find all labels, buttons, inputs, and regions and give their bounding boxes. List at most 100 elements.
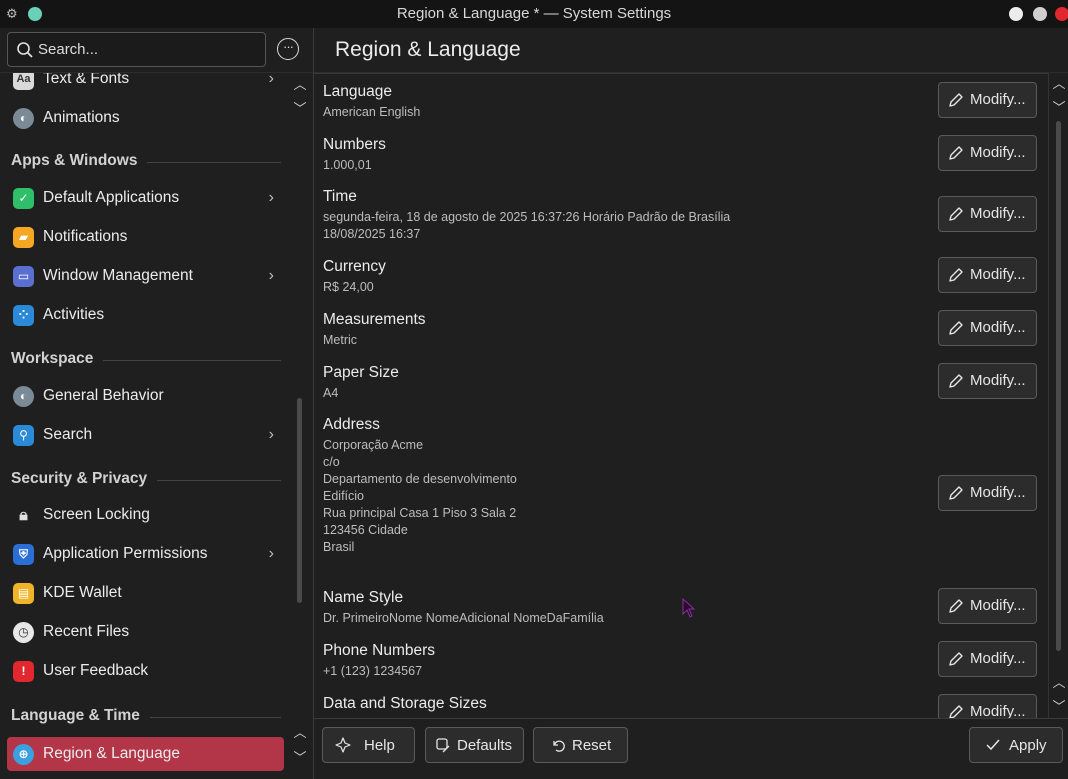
sidebar-item-label: Application Permissions: [43, 545, 208, 562]
help-icon: [335, 737, 351, 753]
content-scrollbar[interactable]: ︿ ﹀ ︿ ﹀: [1048, 73, 1068, 718]
setting-value-line: c/o: [323, 455, 340, 469]
window-title: Region & Language * — System Settings: [396, 5, 672, 22]
button-label: Modify...: [970, 597, 1026, 614]
search-input[interactable]: [38, 33, 258, 66]
defaults-icon: [436, 738, 450, 753]
animations-icon: ◐: [13, 108, 34, 129]
modify-phone-numbers-button[interactable]: Modify...: [938, 641, 1037, 677]
sidebar-item-label: Screen Locking: [43, 506, 150, 523]
scroll-up-icon[interactable]: ︿: [1051, 675, 1067, 691]
scroll-up-icon[interactable]: ︿: [1051, 76, 1067, 92]
setting-value: +1 (123) 1234567: [323, 664, 423, 678]
sidebar-item-label: Window Management: [43, 267, 193, 284]
setting-value-line: 18/08/2025 16:37: [323, 227, 421, 241]
help-button[interactable]: Help: [322, 727, 415, 763]
sidebar-item-default-applications[interactable]: ✓ Default Applications ›: [7, 181, 284, 215]
setting-title: Paper Size: [323, 364, 399, 381]
modify-currency-button[interactable]: Modify...: [938, 257, 1037, 293]
setting-title: Phone Numbers: [323, 642, 436, 659]
sidebar-item-label: Text & Fonts: [43, 73, 130, 87]
modify-name-style-button[interactable]: Modify...: [938, 588, 1037, 624]
sidebar-item-animations[interactable]: ◐ Animations: [7, 101, 284, 135]
permissions-icon: ⛨: [13, 544, 34, 565]
more-options-button[interactable]: ···: [277, 38, 299, 60]
search-settings-icon: ⚲: [13, 425, 34, 446]
region-language-icon: ⊕: [13, 744, 34, 765]
sidebar-item-label: Default Applications: [43, 189, 180, 206]
lock-icon: 🔒︎: [19, 507, 28, 524]
apply-button[interactable]: Apply: [969, 727, 1063, 763]
sidebar-list: Aa Text & Fonts › ◐ Animations Apps & Wi…: [0, 73, 288, 779]
setting-value: American English: [323, 105, 421, 119]
sidebar-item-label: Animations: [43, 109, 120, 126]
scroll-up-icon[interactable]: ︿: [292, 77, 308, 93]
chevron-right-icon: ›: [268, 267, 274, 284]
sidebar-item-window-management[interactable]: ▭ Window Management ›: [7, 259, 284, 293]
reset-button[interactable]: Reset: [533, 727, 628, 763]
modify-measurements-button[interactable]: Modify...: [938, 310, 1037, 346]
sidebar: ··· Aa Text & Fonts › ◐ Animations Apps …: [0, 28, 313, 779]
setting-title: Address: [323, 416, 380, 433]
modify-language-button[interactable]: Modify...: [938, 82, 1037, 118]
modify-paper-size-button[interactable]: Modify...: [938, 363, 1037, 399]
search-field[interactable]: [7, 32, 266, 67]
scroll-down-icon[interactable]: ﹀: [292, 101, 308, 117]
button-label: Modify...: [970, 484, 1026, 501]
sidebar-item-search[interactable]: ⚲ Search ›: [7, 418, 284, 452]
sidebar-item-text-fonts[interactable]: Aa Text & Fonts ›: [7, 73, 284, 96]
button-label: Apply: [1009, 737, 1047, 754]
scroll-up-icon[interactable]: ︿: [292, 725, 308, 741]
sidebar-item-label: Activities: [43, 306, 105, 323]
window-management-icon: ▭: [13, 266, 34, 287]
button-label: Reset: [572, 737, 612, 754]
minimize-button[interactable]: [1009, 7, 1023, 21]
sidebar-item-label: User Feedback: [43, 662, 149, 679]
sidebar-item-general-behavior[interactable]: ◐ General Behavior: [7, 379, 284, 413]
scroll-down-icon[interactable]: ﹀: [1051, 100, 1067, 116]
setting-value: Corporação Acme c/o Departamento de dese…: [323, 437, 517, 556]
scrollbar-thumb[interactable]: [297, 398, 302, 603]
defaults-button[interactable]: Defaults: [425, 727, 524, 763]
pencil-icon: [949, 652, 963, 666]
sidebar-item-notifications[interactable]: ▰ Notifications: [7, 220, 284, 254]
sidebar-item-label: Search: [43, 426, 93, 443]
button-label: Modify...: [970, 650, 1026, 667]
modify-address-button[interactable]: Modify...: [938, 475, 1037, 511]
scroll-down-icon[interactable]: ﹀: [292, 750, 308, 766]
sidebar-item-region-language[interactable]: ⊕ Region & Language: [7, 737, 284, 771]
modify-numbers-button[interactable]: Modify...: [938, 135, 1037, 171]
sidebar-item-user-feedback[interactable]: ! User Feedback: [7, 654, 284, 688]
modify-data-storage-sizes-button[interactable]: Modify...: [938, 694, 1037, 718]
chevron-right-icon: ›: [268, 545, 274, 562]
sidebar-item-application-permissions[interactable]: ⛨ Application Permissions ›: [7, 537, 284, 571]
setting-title: Name Style: [323, 589, 404, 606]
pencil-icon: [949, 268, 963, 282]
section-security-privacy: Security & Privacy: [11, 468, 281, 490]
sidebar-item-label: Notifications: [43, 228, 128, 245]
scroll-down-icon[interactable]: ﹀: [1051, 699, 1067, 715]
search-icon: [17, 42, 33, 58]
section-workspace: Workspace: [11, 348, 281, 370]
text-fonts-icon: Aa: [13, 73, 34, 90]
sidebar-item-kde-wallet[interactable]: ▤ KDE Wallet: [7, 576, 284, 610]
maximize-button[interactable]: [1033, 7, 1047, 21]
sidebar-scrollbar[interactable]: ︿ ﹀ ︿ ﹀: [288, 73, 312, 779]
button-label: Modify...: [970, 91, 1026, 108]
modify-time-button[interactable]: Modify...: [938, 196, 1037, 232]
sidebar-item-label: KDE Wallet: [43, 584, 122, 601]
page-title: Region & Language: [335, 38, 521, 61]
chevron-right-icon: ›: [268, 189, 274, 206]
sidebar-item-recent-files[interactable]: ◷ Recent Files: [7, 615, 284, 649]
footer-bar: Help Defaults Reset Apply: [314, 718, 1068, 779]
setting-title: Measurements: [323, 311, 426, 328]
feedback-icon: !: [13, 661, 34, 682]
button-label: Defaults: [457, 737, 513, 754]
sidebar-item-activities[interactable]: ⁘ Activities: [7, 298, 284, 332]
sidebar-item-screen-locking[interactable]: 🔒︎ Screen Locking: [7, 498, 284, 532]
pencil-icon: [949, 146, 963, 160]
setting-value: 1.000,01: [323, 158, 372, 172]
scrollbar-thumb[interactable]: [1056, 121, 1061, 651]
close-button[interactable]: [1055, 7, 1068, 21]
pencil-icon: [949, 705, 963, 718]
